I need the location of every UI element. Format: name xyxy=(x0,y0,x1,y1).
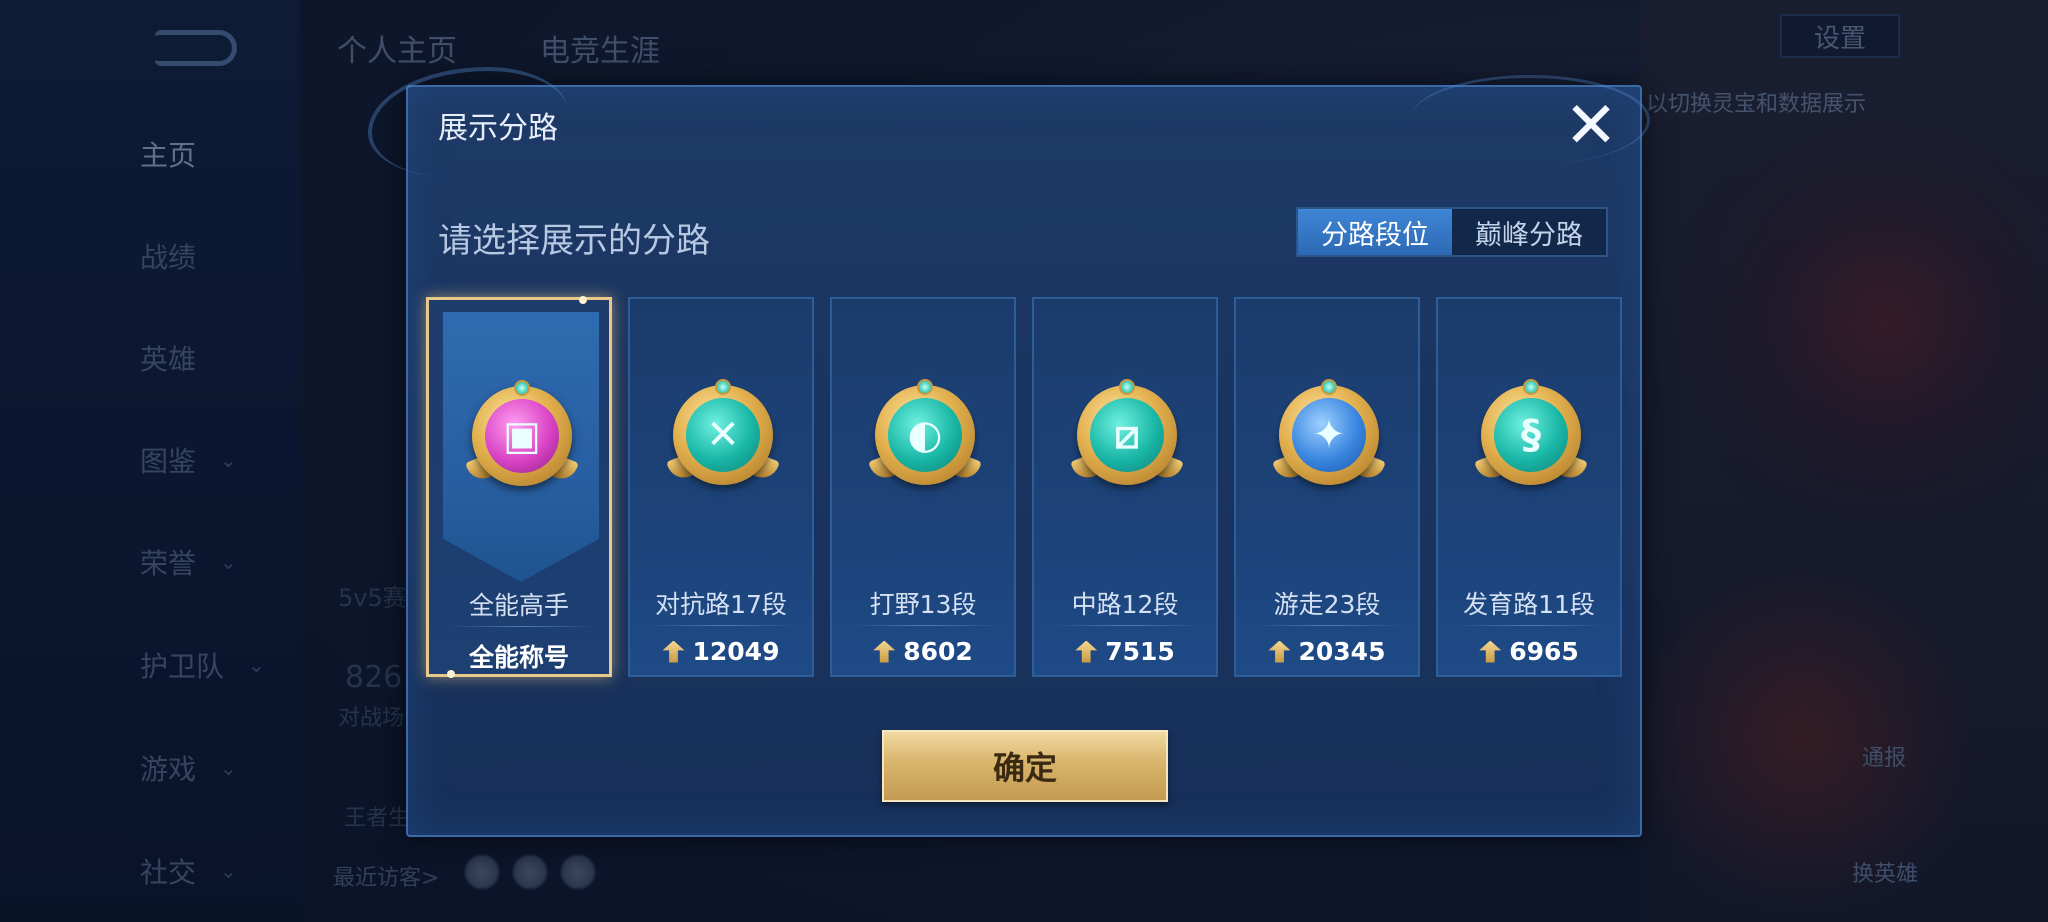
divider xyxy=(648,625,798,626)
lane-score: 12049 xyxy=(630,637,812,666)
display-lane-dialog: 展示分路 ✕ 请选择展示的分路 分路段位 巅峰分路 ▣ 全能高手全能称号 ✕ 对抗路1… xyxy=(368,67,1650,837)
lane-score-value: 8602 xyxy=(903,637,973,666)
divider xyxy=(850,625,1000,626)
lane-score-value: 7515 xyxy=(1105,637,1175,666)
dialog-subtitle: 请选择展示的分路 xyxy=(438,221,710,261)
rank-points-icon xyxy=(1268,640,1291,663)
toggle-peak-lane[interactable]: 巅峰分路 xyxy=(1452,209,1606,255)
lane-card[interactable]: ▣ 全能高手全能称号 xyxy=(426,296,612,678)
rank-points-icon xyxy=(662,640,685,663)
toggle-lane-rank[interactable]: 分路段位 xyxy=(1298,209,1452,255)
divider xyxy=(447,626,597,627)
card-bottom-title: 全能称号 xyxy=(468,643,569,672)
lane-card[interactable]: ◐ 打野13段 8602 xyxy=(830,297,1016,677)
close-button[interactable]: ✕ xyxy=(1564,94,1618,158)
rank-points-icon xyxy=(1479,640,1502,663)
rank-points-icon xyxy=(1075,640,1098,663)
lane-score: 8602 xyxy=(832,637,1014,666)
lane-rank-label: 对抗路17段 xyxy=(655,590,787,619)
lane-emblem-icon: ✕ xyxy=(661,373,785,497)
lane-score: 7515 xyxy=(1034,637,1216,666)
rank-points-icon xyxy=(873,640,896,663)
lane-score: 20345 xyxy=(1236,637,1418,666)
lane-score-value: 6965 xyxy=(1509,637,1579,666)
lane-score-value: 20345 xyxy=(1298,637,1386,666)
lane-emblem-icon: ▣ xyxy=(460,374,584,498)
close-icon: ✕ xyxy=(1564,89,1618,163)
lane-score-value: 12049 xyxy=(692,637,780,666)
confirm-button[interactable]: 确定 xyxy=(882,730,1168,802)
dialog-title: 展示分路 xyxy=(438,111,558,146)
lane-rank-label: 发育路11段 xyxy=(1463,590,1595,619)
lane-emblem-icon: ⧄ xyxy=(1065,373,1189,497)
divider xyxy=(1456,625,1606,626)
lane-card[interactable]: ✦ 游走23段 20345 xyxy=(1234,297,1420,677)
lane-rank-label: 打野13段 xyxy=(869,590,977,619)
lane-emblem-icon: ◐ xyxy=(863,373,987,497)
lane-rank-label: 中路12段 xyxy=(1071,590,1179,619)
lane-mode-toggle: 分路段位 巅峰分路 xyxy=(1296,207,1608,257)
lane-rank-label: 全能高手 xyxy=(468,591,569,620)
divider xyxy=(1052,625,1202,626)
lane-card[interactable]: § 发育路11段 6965 xyxy=(1436,297,1622,677)
lane-rank-label: 游走23段 xyxy=(1273,590,1381,619)
lane-emblem-icon: § xyxy=(1469,373,1593,497)
divider xyxy=(1254,625,1404,626)
lane-emblem-icon: ✦ xyxy=(1267,373,1391,497)
lane-card[interactable]: ⧄ 中路12段 7515 xyxy=(1032,297,1218,677)
lane-card[interactable]: ✕ 对抗路17段 12049 xyxy=(628,297,814,677)
corner-dot xyxy=(579,296,587,304)
lane-score: 6965 xyxy=(1438,637,1620,666)
